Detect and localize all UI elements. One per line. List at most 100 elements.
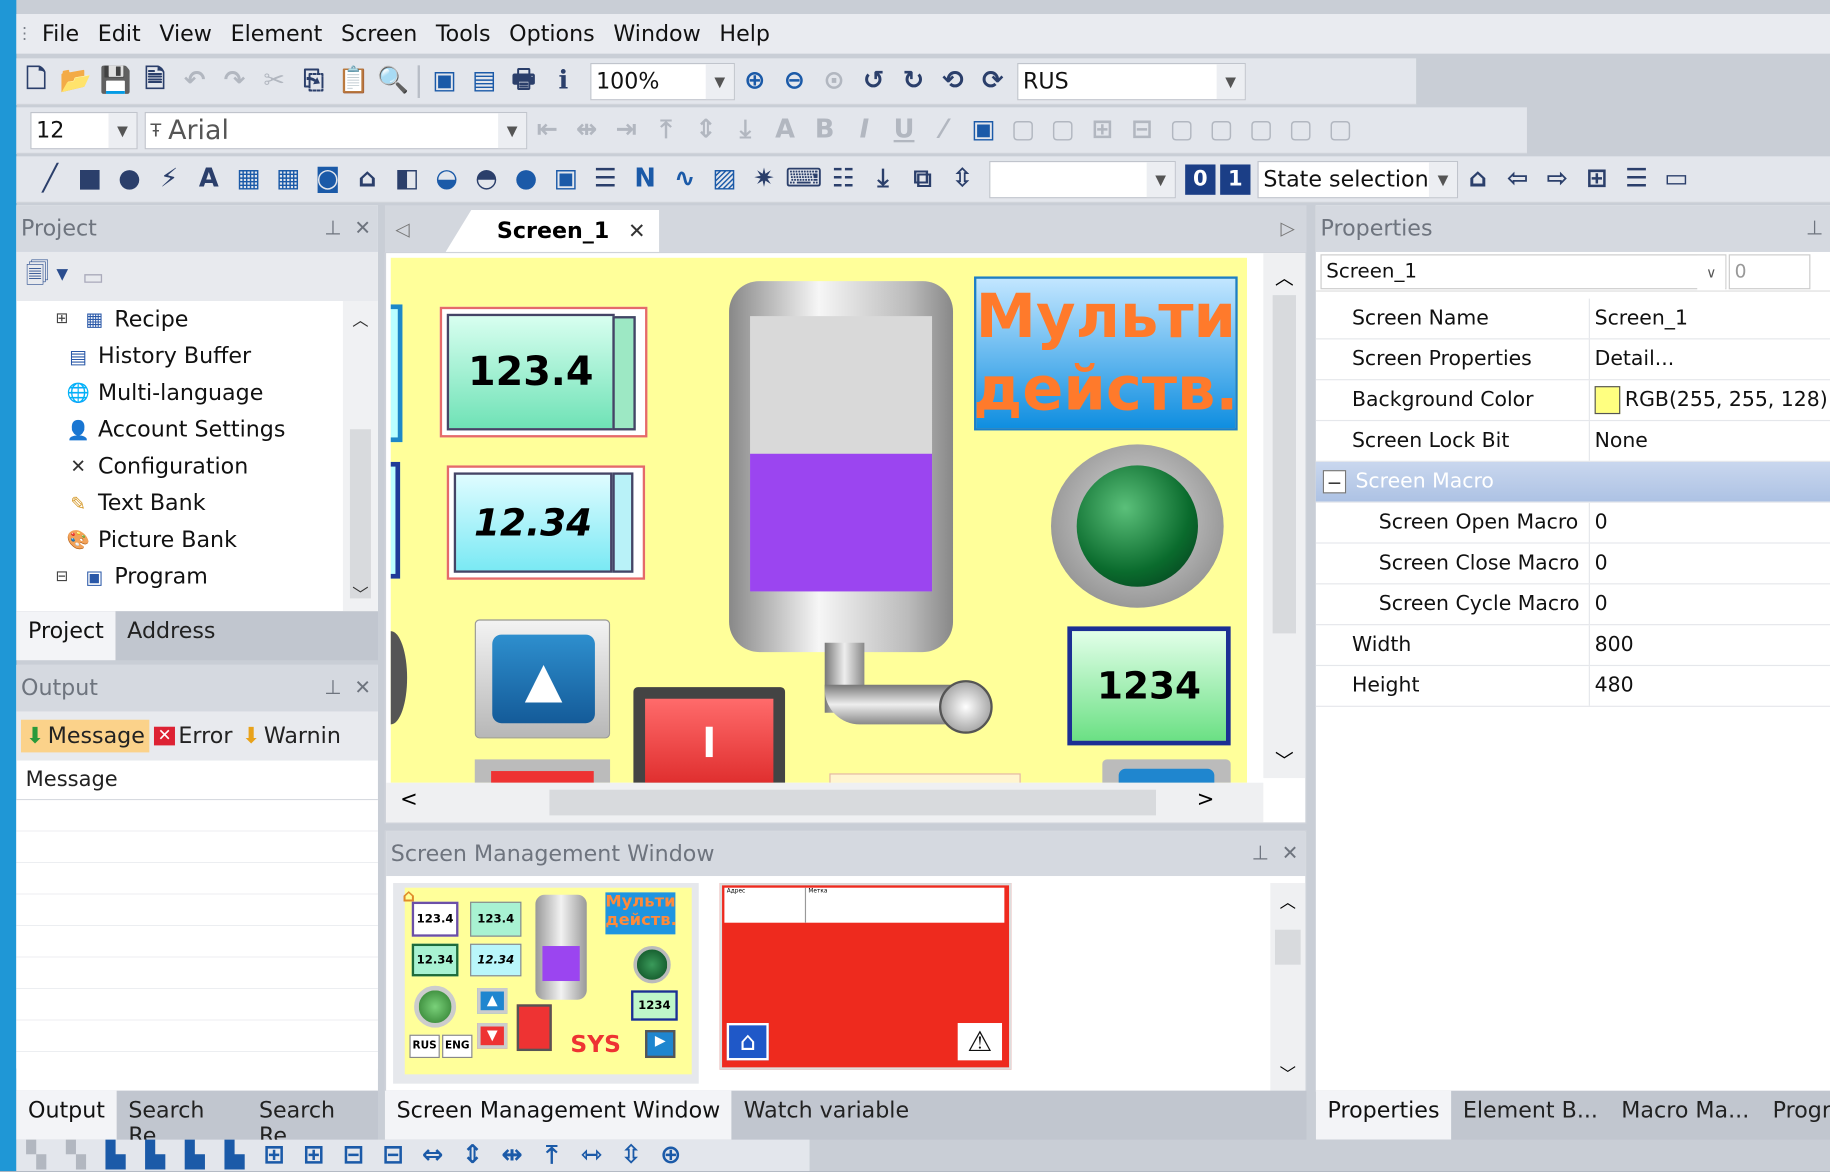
font-color-icon[interactable]: A [768,113,803,148]
font-size-select[interactable]: 12 ▼ [30,111,138,149]
up-down-icon[interactable]: ⇳ [945,162,980,197]
close-icon[interactable]: ✕ [354,677,371,700]
object-selector[interactable]: Screen_1 ∨ [1320,253,1727,290]
prop-group-screen-macro[interactable]: − Screen Macro [1315,461,1830,503]
red-toggle-switch[interactable] [633,687,786,783]
lamp-icon[interactable]: ⌂ [350,162,385,197]
scroll-up-icon[interactable]: ︿ [1270,890,1305,913]
scroll-thumb[interactable] [349,429,371,599]
screen-thumbnail-1[interactable]: ⌂ 123.4 123.4 12.34 12.34 Мульти действ. … [393,883,699,1084]
align-bottom-icon[interactable]: ⤓ [728,113,763,148]
layer-icon[interactable]: ▢ [1283,113,1318,148]
same-size-icon[interactable]: ⇹ [495,1140,530,1171]
prop-value[interactable]: Screen_1 [1590,307,1688,330]
tank[interactable] [729,281,954,653]
filter-error[interactable]: ✕ Error [150,720,238,753]
distribute-icon[interactable]: ⊞ [296,1140,331,1171]
line-tool-icon[interactable]: ╱ [33,162,68,197]
multi-action-banner[interactable]: Мульти действ. [973,276,1238,431]
scroll-right-icon[interactable]: > [1197,787,1215,811]
menu-element[interactable]: Element [221,21,331,47]
tree-item-configuration[interactable]: ✕ Configuration [49,448,378,485]
print-icon[interactable]: 🖶 [506,64,541,99]
prop-value[interactable]: 0 [1590,593,1608,616]
distribute-icon[interactable]: ⊟ [376,1140,411,1171]
layer-front-icon[interactable]: ▣ [966,113,1001,148]
layer-icon[interactable]: ▢ [1045,113,1080,148]
find-icon[interactable]: 🔍 [376,64,411,99]
prop-height[interactable]: Height 480 [1315,666,1830,707]
font-name-select[interactable]: Ŧ Arial ▼ [144,111,528,149]
scroll-thumb[interactable] [1272,295,1296,634]
align-icon[interactable]: ▚ [58,1140,93,1171]
filter-warning[interactable]: ⬇ Warnin [237,720,345,753]
collapse-icon[interactable]: ⊟ [49,564,75,590]
bit-switch-icon[interactable]: ◙ [310,162,345,197]
text-display-icon[interactable]: ☰ [588,162,623,197]
output-column-header[interactable]: Message [16,761,378,801]
menu-file[interactable]: File [33,21,89,47]
partial-button[interactable] [1102,759,1231,783]
valve[interactable] [927,654,1004,759]
align-middle-icon[interactable]: ⇕ [688,113,723,148]
prop-screen-open-macro[interactable]: Screen Open Macro 0 [1315,502,1830,544]
open-icon[interactable]: 📂 [58,64,93,99]
flip-h-icon[interactable]: ⟲ [936,64,971,99]
same-size-icon[interactable]: ⇿ [574,1140,609,1171]
prev-screen-icon[interactable]: ⇦ [1500,162,1535,197]
home-icon[interactable]: ⌂ [1460,162,1495,197]
scroll-thumb[interactable] [549,789,1157,816]
rectangle-tool-icon[interactable]: ■ [72,162,107,197]
zoom-fit-icon[interactable]: ⊙ [817,64,852,99]
screen-jump-icon[interactable]: ⧉ [905,162,940,197]
prop-value[interactable]: 0 [1590,511,1608,534]
editor-v-scrollbar[interactable]: ︿ ﹀ [1263,253,1306,779]
tab-scroll-right-icon[interactable]: ▷ [1280,217,1294,239]
tab-screen-management[interactable]: Screen Management Window [384,1090,732,1140]
expand-icon[interactable]: ⊞ [49,306,75,332]
info-icon[interactable]: ℹ [546,64,581,99]
prop-value[interactable]: None [1590,429,1648,452]
tab-watch-variable[interactable]: Watch variable [732,1091,921,1140]
bit-zero-button[interactable]: 0 [1185,163,1216,195]
tree-item-program[interactable]: ⊟ ▣ Program [49,558,378,595]
pin-icon[interactable]: ⊥ [324,677,341,700]
prop-screen-cycle-macro[interactable]: Screen Cycle Macro 0 [1315,584,1830,626]
numeric-display-1[interactable]: 123.4 [439,306,648,438]
align-icon[interactable]: ▙ [217,1140,252,1171]
prop-value[interactable]: 800 [1590,633,1634,656]
word-switch-icon[interactable]: ◧ [390,162,425,197]
pin-icon[interactable]: ⊥ [1252,842,1269,865]
bold-icon[interactable]: B [807,113,842,148]
tab-search-results-1[interactable]: Search Re... [117,1091,248,1149]
grid-icon[interactable]: ⊞ [1579,162,1614,197]
prop-screen-lock-bit[interactable]: Screen Lock Bit None [1315,421,1830,462]
editor-h-scrollbar[interactable]: < > [386,782,1264,823]
tab-project[interactable]: Project [16,611,116,661]
scroll-down-icon[interactable]: ﹀ [1263,745,1305,773]
same-size-icon[interactable]: ⇳ [614,1140,649,1171]
tab-element-bank[interactable]: Element B... [1451,1091,1609,1140]
same-size-icon[interactable]: ⤒ [534,1140,569,1171]
distribute-icon[interactable]: ⊟ [336,1140,371,1171]
partial-element[interactable] [829,773,1021,783]
meter-icon[interactable]: ◓ [469,162,504,197]
menu-edit[interactable]: Edit [88,21,150,47]
menu-tools[interactable]: Tools [427,21,500,47]
layer-icon[interactable]: ▢ [1204,113,1239,148]
scroll-down-icon[interactable]: ﹀ [343,583,378,606]
numeric-icon[interactable]: ▣ [548,162,583,197]
tab-properties[interactable]: Properties [1315,1090,1452,1140]
close-icon[interactable]: ✕ [628,219,646,243]
tab-program-editor[interactable]: Program e [1761,1091,1830,1140]
window-icon[interactable]: ▭ [1659,162,1694,197]
save-icon[interactable]: 💾 [98,64,133,99]
tab-macro-manager[interactable]: Macro Ma... [1610,1091,1761,1140]
tree-item-recipe[interactable]: ⊞ ▦ Recipe [49,301,378,338]
scroll-thumb[interactable] [1274,929,1301,965]
undo-icon[interactable]: ↶ [177,64,212,99]
partial-element[interactable] [390,461,401,579]
align-icon[interactable]: ▚ [19,1140,54,1171]
tree-item-picture-bank[interactable]: 🎨 Picture Bank [49,521,378,558]
paste-icon[interactable]: 📋 [336,64,371,99]
